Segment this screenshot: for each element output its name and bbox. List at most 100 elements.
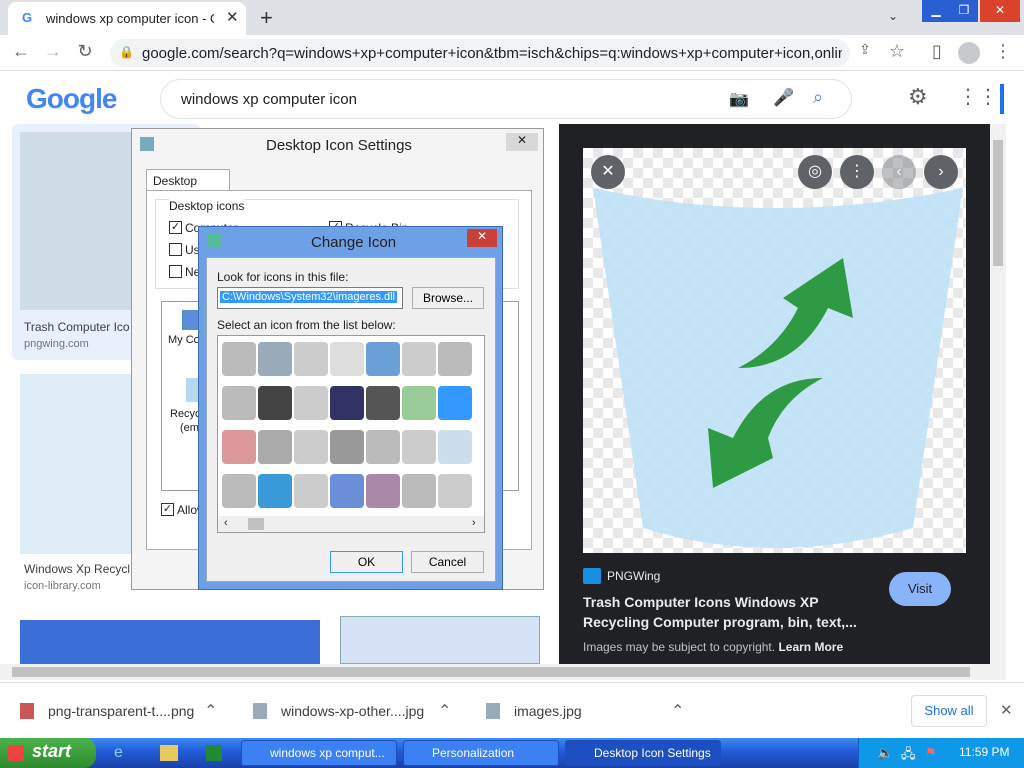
download-item[interactable]: windows-xp-other....jpg [281, 703, 424, 719]
close-icon[interactable]: ✕ [467, 229, 497, 247]
settings-gear-icon[interactable]: ⚙ [908, 84, 928, 110]
file-path-input[interactable]: C:\Windows\System32\imageres.dll [217, 287, 403, 309]
lens-search-button[interactable]: ◎ [798, 155, 832, 189]
close-icon[interactable]: ✕ [1000, 701, 1013, 719]
printer-icon[interactable] [402, 342, 436, 376]
tab-desktop-icons[interactable]: Desktop Icons [146, 169, 230, 202]
start-button[interactable]: start [0, 738, 96, 768]
result-thumbnail[interactable] [20, 620, 320, 664]
dvd-icon[interactable] [438, 474, 472, 508]
search-icon[interactable]: ⌕ [813, 87, 823, 108]
drive-icon[interactable] [222, 474, 256, 508]
visit-button[interactable]: Visit [889, 572, 951, 606]
profile-avatar[interactable] [958, 42, 980, 64]
close-icon[interactable]: ✕ [506, 133, 538, 151]
icon-list-scrollbar[interactable]: ‹ › [218, 516, 484, 532]
device-icon[interactable] [330, 386, 364, 420]
preview-source[interactable]: PNGWing [607, 569, 660, 583]
download-item[interactable]: png-transparent-t....png [48, 703, 194, 719]
icon-list[interactable]: ‹ › [217, 335, 485, 533]
network-icon[interactable]: 🖧 [901, 745, 916, 767]
learn-more-link[interactable]: Learn More [778, 640, 843, 654]
scroll-left-icon[interactable]: ‹ [224, 517, 228, 529]
internet-explorer-icon[interactable]: e [114, 744, 123, 762]
chevron-up-icon[interactable]: ⌃ [204, 701, 217, 721]
chevron-up-icon[interactable]: ⌃ [671, 701, 684, 721]
taskbar-item-personalization[interactable]: Personalization [403, 740, 559, 766]
close-tab-icon[interactable]: ✕ [226, 8, 239, 26]
device-icon[interactable] [330, 474, 364, 508]
dvd-rw-icon[interactable] [330, 342, 364, 376]
forward-icon[interactable]: → [42, 41, 64, 62]
address-bar[interactable]: 🔒 google.com/search?q=windows+xp+compute… [110, 39, 850, 67]
cancel-button[interactable]: Cancel [411, 551, 484, 573]
preview-image[interactable] [583, 148, 966, 553]
allow-themes-checkbox[interactable]: ✓ [161, 503, 174, 516]
minimize-button[interactable]: ▁ [922, 0, 950, 22]
dvd-icon[interactable] [294, 342, 328, 376]
search-box[interactable]: windows xp computer icon 📷 🎤 ⌕ [160, 79, 852, 119]
microphone-icon[interactable]: 🎤 [773, 88, 794, 108]
printer-icon[interactable] [402, 430, 436, 464]
browse-button[interactable]: Browse... [412, 287, 484, 309]
previous-image-button[interactable]: ‹ [882, 155, 916, 189]
preview-title[interactable]: Trash Computer Icons Windows XP Recyclin… [583, 592, 873, 632]
scrollbar-thumb[interactable] [993, 140, 1003, 266]
users-checkbox[interactable] [169, 243, 182, 256]
computer-checkbox[interactable]: ✓ [169, 221, 182, 234]
printer-icon[interactable] [438, 342, 472, 376]
result-title[interactable]: Windows Xp Recycl [24, 562, 130, 576]
reload-icon[interactable]: ↻ [74, 41, 96, 62]
drive-icon[interactable] [258, 430, 292, 464]
dvd-r-icon[interactable] [294, 386, 328, 420]
clock[interactable]: 11:59 PM [959, 745, 1009, 759]
scrollbar-thumb[interactable] [248, 518, 264, 530]
h-scrollbar-thumb[interactable] [12, 667, 970, 677]
close-window-button[interactable]: ✕ [980, 0, 1020, 22]
close-preview-button[interactable]: ✕ [591, 155, 625, 189]
back-icon[interactable]: ← [10, 41, 32, 62]
menu-icon[interactable]: ⋮ [992, 41, 1014, 62]
volume-icon[interactable]: 🔈 [877, 745, 893, 761]
network-checkbox[interactable] [169, 265, 182, 278]
search-input[interactable]: windows xp computer icon [181, 91, 357, 108]
ok-button[interactable]: OK [330, 551, 403, 573]
taskbar-item-chrome[interactable]: windows xp comput... [241, 740, 397, 766]
scanner-icon[interactable] [330, 430, 364, 464]
camera-icon[interactable]: 📷 [729, 89, 749, 109]
phone-icon[interactable] [366, 430, 400, 464]
scroll-right-icon[interactable]: › [472, 517, 476, 529]
drive-error-icon[interactable] [222, 430, 256, 464]
bookmark-star-icon[interactable]: ☆ [886, 41, 908, 62]
security-alert-icon[interactable]: ⚑ [925, 745, 937, 761]
next-image-button[interactable]: › [924, 155, 958, 189]
drive-icon[interactable] [222, 342, 256, 376]
result-thumbnail[interactable] [340, 616, 540, 664]
apps-grid-icon[interactable]: ⋮⋮ [958, 84, 998, 109]
maximize-button[interactable]: ❐ [950, 0, 978, 22]
side-panel-icon[interactable]: ▯ [926, 41, 948, 62]
show-all-button[interactable]: Show all [911, 695, 987, 727]
browser-tab[interactable]: G windows xp computer icon - Go ✕ [8, 2, 246, 35]
memory-icon[interactable] [258, 386, 292, 420]
recycle-bin-icon[interactable] [438, 386, 472, 420]
camera-icon[interactable] [366, 386, 400, 420]
drive-icon[interactable] [258, 342, 292, 376]
excel-icon[interactable] [206, 745, 222, 761]
chevron-up-icon[interactable]: ⌃ [438, 701, 451, 721]
result-title[interactable]: Trash Computer Ico [24, 320, 130, 334]
taskbar-item-desktop-icon-settings[interactable]: Desktop Icon Settings [565, 740, 721, 766]
share-icon[interactable]: ⇪ [854, 41, 876, 58]
network-drive-icon[interactable] [366, 342, 400, 376]
drive-icon[interactable] [222, 386, 256, 420]
floppy-icon[interactable] [366, 474, 400, 508]
tab-search-icon[interactable]: ⌄ [888, 6, 898, 28]
dvd-ram-icon[interactable] [294, 430, 328, 464]
google-logo[interactable]: Google [26, 83, 117, 115]
windows-drive-icon[interactable] [258, 474, 292, 508]
printer-check-icon[interactable] [402, 386, 436, 420]
new-tab-button[interactable]: + [260, 5, 280, 31]
more-options-button[interactable]: ⋮ [840, 155, 874, 189]
download-item[interactable]: images.jpg [514, 703, 582, 719]
dvd-rom-icon[interactable] [294, 474, 328, 508]
